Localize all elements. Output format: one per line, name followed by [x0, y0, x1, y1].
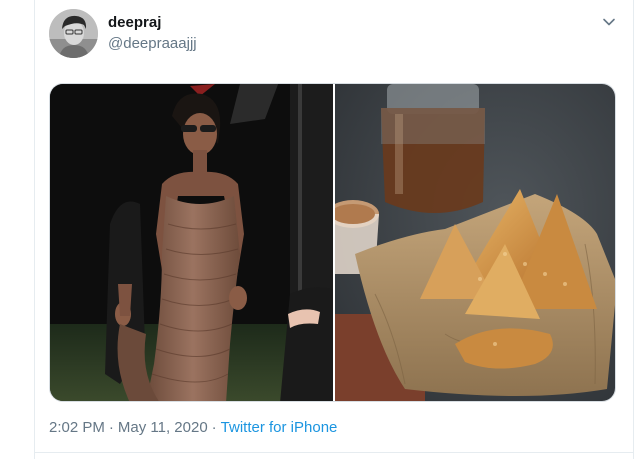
meta-separator: ·: [211, 419, 217, 436]
display-name[interactable]: deepraj: [108, 14, 161, 31]
tweet-media: [49, 83, 616, 402]
avatar-photo: [49, 9, 98, 58]
tweet-time[interactable]: 2:02 PM: [49, 419, 105, 436]
more-options-button[interactable]: [601, 14, 617, 30]
photo-person-brown-dress[interactable]: [50, 84, 333, 401]
meta-separator: ·: [108, 419, 114, 436]
avatar[interactable]: [49, 9, 98, 58]
photo-samosas-in-paper-bag[interactable]: [335, 84, 615, 401]
tweet-date[interactable]: May 11, 2020: [118, 419, 208, 436]
chevron-down-icon: [603, 18, 615, 26]
user-handle[interactable]: @deepraaajjj: [108, 35, 197, 52]
tweet-meta: 2:02 PM · May 11, 2020 · Twitter for iPhone: [49, 419, 337, 436]
tweet-source-link[interactable]: Twitter for iPhone: [221, 419, 338, 436]
divider: [34, 452, 634, 453]
